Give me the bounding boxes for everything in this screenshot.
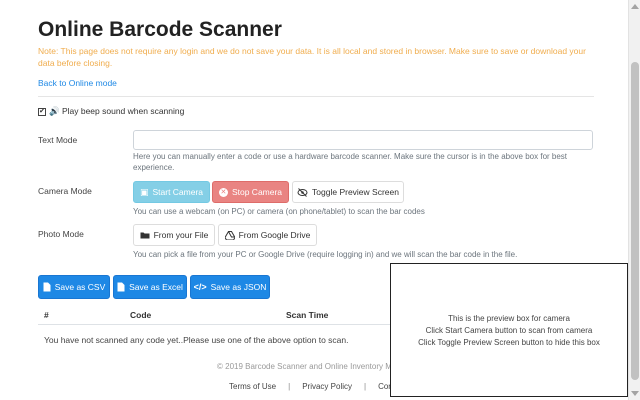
privacy-policy-link[interactable]: Privacy Policy: [302, 382, 352, 391]
footer-separator: |: [288, 382, 291, 391]
stop-camera-button[interactable]: ✕ Stop Camera: [212, 181, 289, 203]
preview-line: Click Toggle Preview Screen button to hi…: [418, 337, 600, 347]
from-file-button[interactable]: From your File: [133, 224, 215, 246]
camera-mode-label: Camera Mode: [38, 186, 92, 196]
toggle-preview-label: Toggle Preview Screen: [312, 187, 399, 197]
eye-slash-icon: [297, 187, 308, 197]
save-json-label: Save as JSON: [210, 282, 267, 292]
code-input[interactable]: [133, 130, 593, 150]
scroll-down-arrow-icon[interactable]: [631, 391, 639, 396]
save-excel-button[interactable]: Save as Excel: [113, 275, 187, 299]
privacy-notice: Note: This page does not require any log…: [38, 46, 586, 68]
stop-camera-label: Stop Camera: [231, 187, 283, 197]
folder-icon: [140, 232, 150, 239]
save-csv-label: Save as CSV: [54, 282, 106, 292]
text-mode-help: Here you can manually enter a code or us…: [133, 152, 568, 172]
column-header-scan-time: Scan Time: [286, 310, 329, 320]
divider: [38, 96, 594, 97]
from-google-drive-label: From Google Drive: [238, 230, 311, 240]
from-file-label: From your File: [153, 230, 209, 240]
back-to-online-link[interactable]: Back to Online mode: [38, 78, 117, 88]
camera-preview-box: This is the preview box for camera Click…: [390, 263, 628, 397]
footer-links: Terms of Use | Privacy Policy | Contact: [229, 382, 406, 391]
column-header-code: Code: [130, 310, 152, 320]
footer-separator: |: [364, 382, 367, 391]
save-csv-button[interactable]: Save as CSV: [38, 275, 110, 299]
photo-mode-help: You can pick a file from your PC or Goog…: [133, 250, 518, 259]
footer-copyright: © 2019 Barcode Scanner and Online Invent…: [217, 362, 417, 371]
page-title: Online Barcode Scanner: [38, 18, 282, 41]
table-header-divider: [38, 324, 398, 325]
preview-line: This is the preview box for camera: [448, 313, 570, 323]
preview-line: Click Start Camera button to scan from c…: [425, 325, 593, 335]
terms-of-use-link[interactable]: Terms of Use: [229, 382, 276, 391]
start-camera-label: Start Camera: [152, 187, 204, 197]
camera-mode-help: You can use a webcam (on PC) or camera (…: [133, 207, 425, 216]
save-excel-label: Save as Excel: [129, 282, 183, 292]
camera-icon: ▣: [139, 186, 149, 197]
start-camera-button[interactable]: ▣ Start Camera: [133, 181, 210, 203]
from-google-drive-button[interactable]: From Google Drive: [218, 224, 317, 246]
beep-label: 🔊 Play beep sound when scanning: [49, 106, 185, 116]
google-drive-icon: [224, 230, 235, 240]
scrollbar-thumb[interactable]: [631, 62, 639, 380]
save-json-button[interactable]: </> Save as JSON: [190, 275, 270, 299]
column-header-number: #: [44, 310, 49, 320]
file-icon: [117, 282, 125, 292]
code-icon: </>: [193, 281, 207, 292]
scroll-up-arrow-icon[interactable]: [631, 4, 639, 9]
text-mode-label: Text Mode: [38, 135, 78, 145]
beep-option[interactable]: ✔ 🔊 Play beep sound when scanning: [38, 106, 184, 117]
beep-checkbox[interactable]: ✔: [38, 107, 46, 116]
file-icon: [43, 282, 51, 292]
vertical-scrollbar[interactable]: [628, 0, 640, 400]
photo-mode-label: Photo Mode: [38, 229, 84, 239]
empty-table-message: You have not scanned any code yet..Pleas…: [44, 335, 349, 345]
toggle-preview-button[interactable]: Toggle Preview Screen: [292, 181, 404, 203]
stop-icon: ✕: [218, 187, 228, 197]
